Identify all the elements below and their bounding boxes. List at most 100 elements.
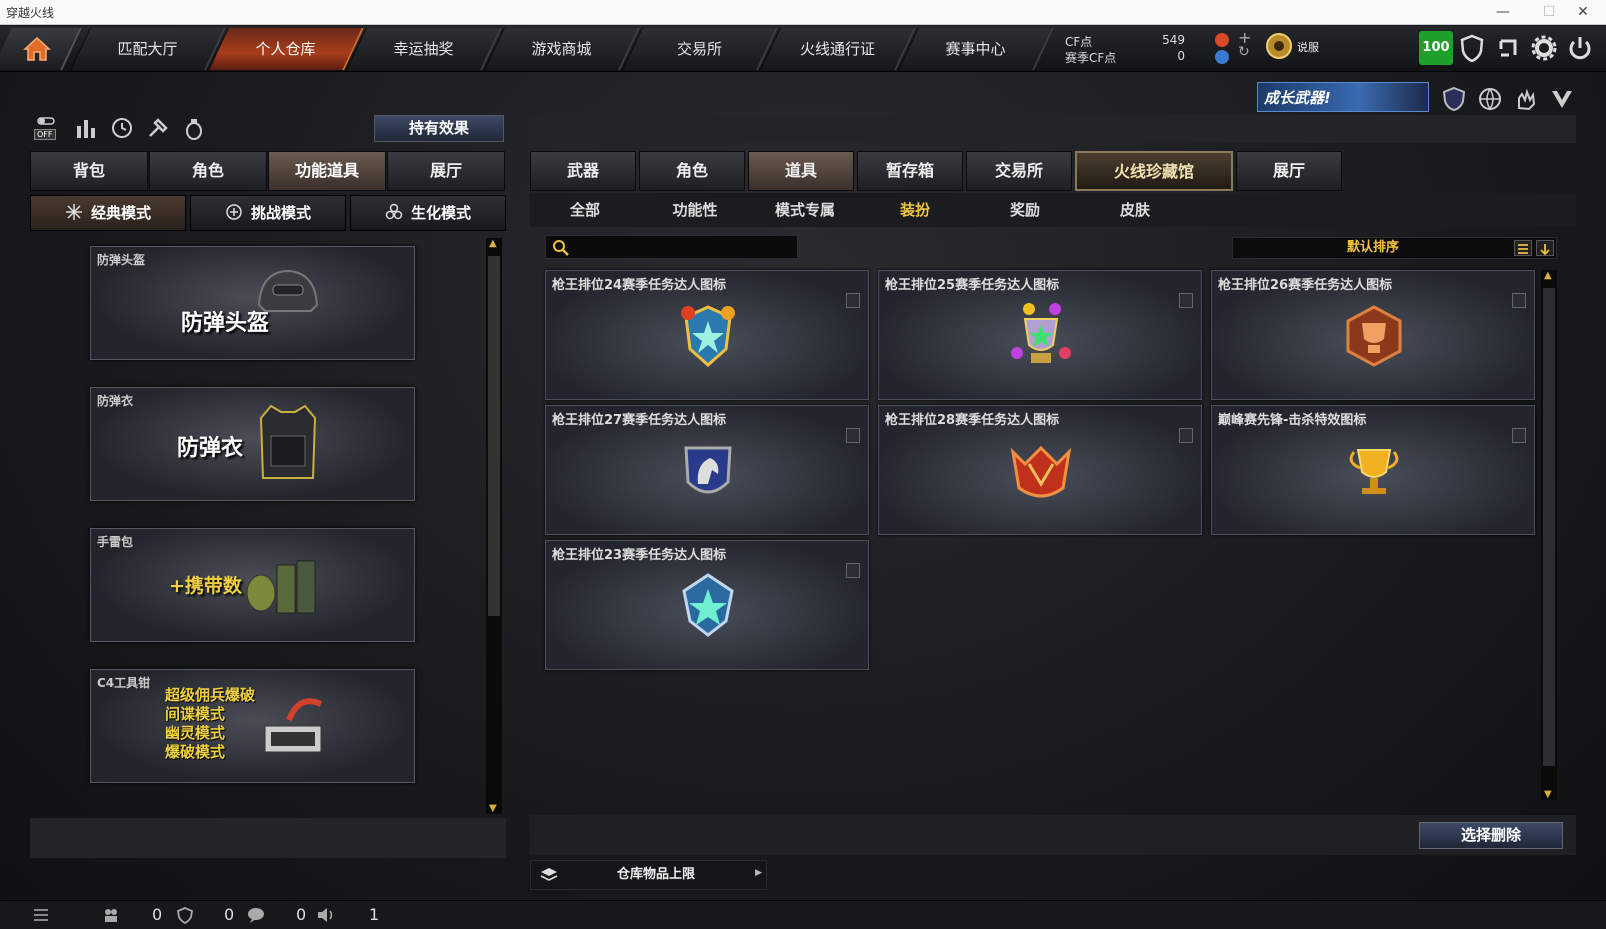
item-body-armor[interactable]: 防弹衣 防弹衣 [90,387,415,501]
left-scrollbar[interactable]: ▲ ▼ [486,238,502,814]
growth-weapon-banner[interactable]: 成长武器! [1257,82,1429,112]
scroll-thumb[interactable] [1543,288,1555,766]
item-card[interactable]: 枪王排位27赛季任务达人图标 [545,405,869,535]
clan-shield-icon[interactable] [176,906,194,924]
right-scrollbar[interactable]: ▲ ▼ [1541,270,1557,800]
item-card[interactable]: 枪王排位23赛季任务达人图标 [545,540,869,670]
tab-showroom[interactable]: 展厅 [387,151,505,191]
nav-tab-events[interactable]: 赛事中心 [898,28,1054,70]
trash-icon[interactable] [1179,293,1193,308]
chat-bubble-icon[interactable] [246,906,266,924]
list-view-icon[interactable] [1514,240,1532,256]
scroll-down-icon[interactable]: ▼ [489,803,497,814]
item-card[interactable]: 枪王排位26赛季任务达人图标 [1211,270,1535,400]
trash-icon[interactable] [1179,428,1193,443]
home-button[interactable] [0,28,82,70]
item-card[interactable]: 枪王排位24赛季任务达人图标 [545,270,869,400]
item-caption: 手雷包 [97,535,134,549]
shield-icon[interactable] [1455,31,1489,65]
tab-trade[interactable]: 交易所 [966,151,1072,191]
rank-badge-icon [1266,33,1292,59]
hand-icon[interactable] [1513,86,1539,112]
subtab-reward[interactable]: 奖励 [970,193,1080,227]
season-cf-label: 赛季CF点 [1065,51,1117,65]
grenade-pack-icon [246,560,316,614]
item-name: 枪王排位25赛季任务达人图标 [885,278,1060,293]
subtab-all[interactable]: 全部 [530,193,640,227]
tab-challenge-mode[interactable]: 挑战模式 [190,195,346,231]
item-grenade-pack[interactable]: 手雷包 +携带数 [90,528,415,642]
friends-icon[interactable] [102,906,120,924]
search-input[interactable] [574,238,789,256]
tab-functional-items[interactable]: 功能道具 [268,151,386,191]
scroll-down-icon[interactable]: ▼ [1544,789,1552,800]
item-card[interactable]: 巅峰赛先锋-击杀特效图标 [1211,405,1535,535]
nav-tab-exchange[interactable]: 交易所 [622,28,778,70]
trash-icon[interactable] [1512,428,1526,443]
trash-icon[interactable] [1512,293,1526,308]
tab-biochem-mode[interactable]: 生化模式 [350,195,506,231]
subtab-mode-exclusive[interactable]: 模式专属 [750,193,860,227]
tab-weapons[interactable]: 武器 [530,151,636,191]
c4-tool-icon [264,698,323,753]
settings-gear-icon[interactable] [1527,31,1561,65]
tab-character[interactable]: 角色 [149,151,267,191]
tab-exhibit[interactable]: 展厅 [1236,151,1342,191]
select-delete-button[interactable]: 选择删除 [1419,822,1563,849]
nav-tab-battle-pass[interactable]: 火线通行证 [760,28,916,70]
c4-mode-line: 超级佣兵爆破 [165,686,256,704]
menu-list-icon[interactable] [32,907,50,923]
item-subtabs: 全部 功能性 模式专属 装扮 奖励 皮肤 [530,193,1576,227]
tab-temp-box[interactable]: 暂存箱 [857,151,963,191]
tab-items[interactable]: 道具 [748,151,854,191]
repair-tool-icon[interactable] [144,114,172,142]
tab-backpack[interactable]: 背包 [30,151,148,191]
sort-dropdown[interactable]: 默认排序 [1232,237,1557,259]
nav-tab-match-lobby[interactable]: 匹配大厅 [70,28,226,70]
subtab-cosmetic[interactable]: 装扮 [860,193,970,227]
biohazard-icon [385,203,403,220]
grenade-icon[interactable] [180,114,208,142]
nav-tab-shop[interactable]: 游戏商城 [484,28,640,70]
item-card[interactable]: 枪王排位28赛季任务达人图标 [878,405,1202,535]
tab-roles[interactable]: 角色 [639,151,745,191]
item-c4-pliers[interactable]: C4工具钳 超级佣兵爆破 间谍模式 幽灵模式 爆破模式 [90,669,415,783]
stats-bars-icon[interactable] [72,114,100,142]
nav-tab-label: 赛事中心 [945,40,1006,58]
tab-collection-hall[interactable]: 火线珍藏馆 [1075,151,1233,191]
close-button[interactable]: ✕ [1560,0,1606,25]
hold-effect-button[interactable]: 持有效果 [374,115,504,142]
minimize-button[interactable]: — [1480,0,1526,25]
level-badge[interactable]: 100 [1419,31,1453,65]
volume-icon[interactable] [316,906,336,924]
auto-equip-toggle[interactable]: OFF [32,114,60,142]
subtab-skin[interactable]: 皮肤 [1080,193,1190,227]
mode-tabs: 经典模式 挑战模式 生化模式 [30,195,506,233]
expand-arrow-icon[interactable]: ▶ [755,868,762,878]
item-card[interactable]: 枪王排位25赛季任务达人图标 [878,270,1202,400]
sort-direction-icon[interactable] [1536,240,1554,256]
exchange-arrow-icon[interactable] [1491,31,1525,65]
nav-tab-warehouse[interactable]: 个人仓库 [208,28,364,70]
item-helmet[interactable]: 防弹头盔 防弹头盔 [90,246,415,360]
history-icon[interactable] [108,114,136,142]
subtab-functional[interactable]: 功能性 [640,193,750,227]
scroll-up-icon[interactable]: ▲ [489,238,497,249]
season27-horse-emblem-icon [684,446,732,494]
v-logo-icon[interactable] [1549,86,1575,112]
toggle-icon [37,117,55,125]
scroll-up-icon[interactable]: ▲ [1544,270,1552,281]
globe-icon[interactable] [1477,86,1503,112]
vip-badge-icon[interactable] [1441,86,1467,112]
refresh-icon[interactable]: ↻ [1238,44,1250,60]
nav-tab-lottery[interactable]: 幸运抽奖 [346,28,502,70]
trash-icon[interactable] [846,428,860,443]
scroll-thumb[interactable] [488,256,500,616]
trash-icon[interactable] [846,293,860,308]
power-icon[interactable] [1563,31,1597,65]
tab-classic-mode[interactable]: 经典模式 [30,195,186,231]
item-search-box[interactable] [545,235,798,259]
vest-icon [259,404,317,479]
trash-icon[interactable] [846,563,860,578]
capacity-bar[interactable]: 仓库物品上限 ▶ [530,860,767,890]
